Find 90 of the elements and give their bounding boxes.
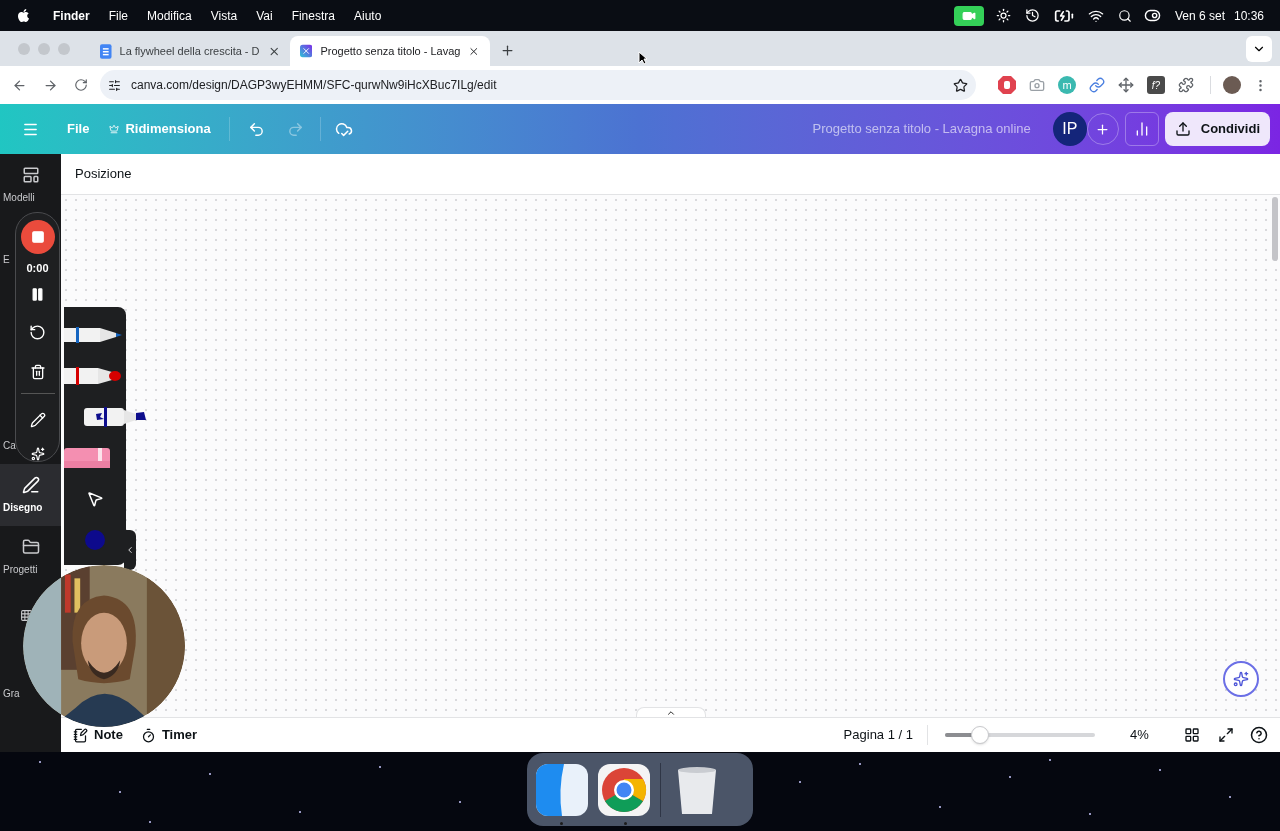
delete-icon[interactable] [29, 364, 46, 381]
whiteboard-canvas[interactable] [61, 195, 1280, 717]
brightness-icon[interactable] [995, 8, 1011, 23]
history-icon[interactable] [1024, 8, 1040, 23]
running-indicator [560, 822, 563, 825]
chevron-left-icon [125, 545, 135, 555]
help-icon[interactable] [1250, 726, 1268, 744]
sparkle-icon [1233, 671, 1249, 687]
zoom-thumb[interactable] [970, 726, 989, 744]
grid-view-icon[interactable] [1184, 727, 1200, 743]
position-label[interactable]: Posizione [75, 164, 132, 184]
scrollbar-thumb[interactable] [1272, 197, 1278, 261]
stop-icon [30, 229, 45, 244]
menu-item[interactable]: Modifica [147, 6, 192, 25]
running-indicator [624, 822, 627, 825]
menubar-date[interactable]: Ven 6 set [1174, 6, 1225, 25]
sidebar-icon[interactable] [21, 537, 40, 556]
insights-button[interactable] [1124, 112, 1159, 146]
profile-avatar[interactable] [1223, 76, 1241, 94]
url-text: canva.com/design/DAGP3wyEHMM/SFC-qurwNw9iHcXBuc7ILg/edit [131, 77, 498, 94]
menu-item[interactable]: Vista [210, 6, 238, 25]
marker-drawing[interactable] [64, 364, 122, 387]
notes-button[interactable]: Note [73, 725, 123, 745]
tab-title: La flywheel della crescita - D [119, 43, 260, 59]
recording-time: 0:00 [26, 260, 49, 276]
zoom-percent[interactable]: 4% [1130, 725, 1154, 745]
menu-item[interactable]: File [108, 6, 128, 25]
chevron-up-icon [666, 708, 676, 718]
sidebar-item[interactable]: Ca [3, 437, 16, 453]
link-icon[interactable] [1089, 77, 1105, 93]
highlighter-drawing[interactable] [84, 405, 146, 428]
extension-icon[interactable]: f? [1147, 76, 1165, 94]
forward-icon[interactable] [43, 77, 58, 93]
menubar-time[interactable]: 10:36 [1233, 6, 1264, 25]
document-icon [100, 43, 112, 59]
plus-icon [1095, 121, 1111, 137]
extensions-icon[interactable] [1178, 77, 1194, 93]
magic-button[interactable] [1223, 661, 1259, 697]
move-icon[interactable] [1118, 77, 1134, 93]
pencil-icon[interactable] [29, 412, 46, 429]
sidebar-item[interactable]: Disegno [3, 499, 43, 515]
tab-title: Progetto senza titolo - Lavag [320, 43, 461, 59]
browser-icon[interactable] [598, 763, 650, 816]
pause-icon[interactable] [30, 287, 45, 303]
browser-tab[interactable]: La flywheel della crescita - D [90, 36, 290, 66]
stop-button[interactable] [20, 220, 55, 254]
menu-app[interactable]: Finder [53, 6, 90, 25]
sidebar-item[interactable]: Modelli [3, 189, 35, 205]
menu-item[interactable]: Aiuto [354, 6, 382, 25]
user-avatar[interactable]: IP [1052, 112, 1087, 146]
effects-icon[interactable] [30, 447, 45, 461]
reload-icon[interactable] [74, 78, 88, 92]
notes-icon [73, 727, 88, 743]
site-info-icon[interactable] [108, 78, 121, 92]
timer-icon [140, 727, 156, 743]
menu-item[interactable]: Vai [256, 6, 273, 25]
crown-icon [109, 124, 120, 134]
fullscreen-icon[interactable] [1218, 727, 1234, 743]
sidebar-item[interactable]: Progetti [3, 561, 38, 577]
share-icon [1174, 121, 1191, 137]
address-field[interactable]: canva.com/design/DAGP3wyEHMM/SFC-qurwNw9iHcXBuc7ILg/edit [100, 70, 976, 100]
tab-search-button[interactable] [1246, 36, 1272, 62]
eraser-drawing[interactable] [64, 446, 112, 469]
cloud-saved-icon[interactable] [334, 120, 353, 138]
camera-icon[interactable] [1029, 77, 1045, 93]
canva-icon [300, 44, 313, 58]
hand-stop-icon[interactable] [998, 76, 1016, 94]
restart-icon[interactable] [29, 324, 46, 342]
cursor-icon [638, 51, 648, 65]
page-indicator[interactable]: Pagina 1 / 1 [843, 725, 913, 745]
sidebar-icon[interactable] [21, 165, 40, 184]
search-icon[interactable] [1117, 8, 1132, 23]
sidebar-icon[interactable] [20, 609, 33, 622]
new-tab-icon[interactable] [500, 43, 515, 58]
sidebar-item[interactable]: E [3, 251, 10, 267]
bookmark-icon[interactable] [953, 77, 968, 93]
control-center-icon[interactable] [1143, 7, 1161, 24]
timer-button[interactable]: Timer [140, 725, 198, 745]
pointer-icon[interactable] [86, 489, 104, 508]
video-status-icon[interactable] [953, 5, 984, 26]
menu-item[interactable]: Finestra [291, 6, 335, 25]
finder-icon[interactable] [536, 763, 588, 816]
ink-color-swatch[interactable] [85, 529, 105, 550]
apple-icon[interactable] [16, 8, 31, 23]
sidebar-item[interactable]: Gra [3, 685, 20, 701]
collapse-button[interactable] [124, 530, 136, 570]
undo-icon[interactable] [247, 120, 265, 138]
share-button[interactable]: Condividi [1164, 112, 1270, 146]
browser-tab[interactable]: Progetto senza titolo - Lavag [290, 36, 490, 66]
back-icon[interactable] [12, 77, 27, 93]
